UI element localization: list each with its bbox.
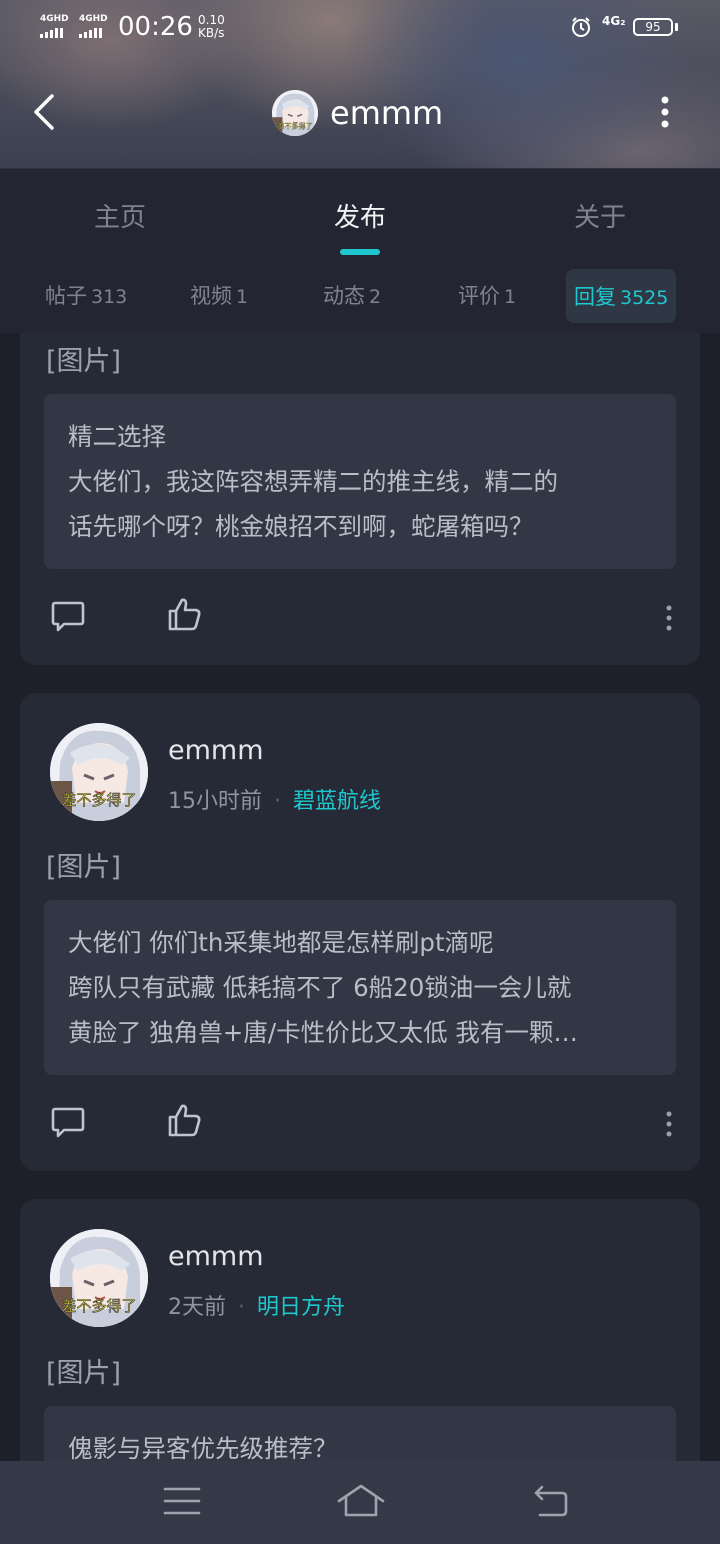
post-meta: 2天前 · 明日方舟 <box>168 1289 345 1321</box>
subtab-reviews[interactable]: 评价 1 <box>458 280 516 310</box>
post-meta: 15小时前 · 碧蓝航线 <box>168 783 381 815</box>
back-arrow-icon[interactable] <box>30 92 60 132</box>
board-link[interactable]: 碧蓝航线 <box>293 789 381 814</box>
alarm-icon <box>572 17 590 37</box>
quoted-post-line: 大佬们，我这阵容想弄精二的推主线，精二的 <box>68 467 558 496</box>
subtab-replies-count: 3525 <box>620 287 669 309</box>
signal-label-2: 4GHD <box>79 14 108 24</box>
reply-card[interactable]: [图片] 精二选择 大佬们，我这阵容想弄精二的推主线，精二的 话先哪个呀？桃金娘… <box>20 333 700 665</box>
comment-icon[interactable] <box>50 598 86 634</box>
comment-icon[interactable] <box>50 1104 86 1140</box>
reply-card[interactable]: 差不多得了 emmm 2天前 · 明日方舟 [图片] 傀影与异客优先级推荐？ <box>20 1199 700 1461</box>
subtab-replies[interactable]: 回复 3525 <box>566 269 677 323</box>
like-icon[interactable] <box>166 1102 202 1138</box>
more-options-icon[interactable] <box>664 1110 674 1138</box>
subtab-videos-count: 1 <box>236 286 249 308</box>
author-name[interactable]: emmm <box>168 735 264 766</box>
subtab-moments-label: 动态 <box>323 284 365 308</box>
tab-about[interactable]: 关于 <box>520 197 680 234</box>
subtab-reviews-label: 评价 <box>458 284 500 308</box>
quoted-post[interactable]: 精二选择 大佬们，我这阵容想弄精二的推主线，精二的 话先哪个呀？桃金娘招不到啊，… <box>44 394 676 569</box>
avatar-anime-girl-icon: 差不多得了 <box>272 90 318 136</box>
image-placeholder: [图片] <box>46 346 122 377</box>
author-avatar[interactable]: 差不多得了 <box>50 1229 148 1327</box>
profile-header: 4GHD 4GHD 00:26 0.10 KB/s 4G₂ 95 差不多得了 e… <box>0 0 720 168</box>
board-link[interactable]: 明日方舟 <box>257 1295 345 1320</box>
content-filter-tabs: 帖子 313 视频 1 动态 2 评价 1 回复 3525 <box>0 255 720 333</box>
subtab-posts[interactable]: 帖子 313 <box>45 280 127 310</box>
subtab-replies-label: 回复 <box>574 285 616 309</box>
quoted-post[interactable]: 傀影与异客优先级推荐？ <box>44 1406 676 1461</box>
header-username: emmm <box>330 94 444 132</box>
quoted-post-title: 精二选择 <box>68 422 166 451</box>
battery-tip <box>675 23 678 31</box>
signal-label-1: 4GHD <box>40 14 69 24</box>
image-placeholder: [图片] <box>46 852 122 883</box>
quoted-post[interactable]: 大佬们 你们th采集地都是怎样刷pt滴呢 跨队只有武藏 低耗搞不了 6船20锁油… <box>44 900 676 1075</box>
network-type: 4G₂ <box>602 14 626 28</box>
subtab-moments-count: 2 <box>369 286 382 308</box>
reply-card[interactable]: 差不多得了 emmm 15小时前 · 碧蓝航线 [图片] 大佬们 你们th采集地都是… <box>20 693 700 1171</box>
tab-home[interactable]: 主页 <box>40 197 200 234</box>
quoted-post-line: 黄脸了 独角兽+唐/卡性价比又太低 我有一颗… <box>68 1018 578 1047</box>
reply-feed: [图片] 精二选择 大佬们，我这阵容想弄精二的推主线，精二的 话先哪个呀？桃金娘… <box>0 333 720 1461</box>
quoted-post-title: 大佬们 你们th采集地都是怎样刷pt滴呢 <box>68 928 494 957</box>
subtab-reviews-count: 1 <box>504 286 517 308</box>
meta-separator: · <box>274 789 281 814</box>
image-placeholder: [图片] <box>46 1358 122 1389</box>
avatar-caption: 差不多得了 <box>61 1297 136 1315</box>
like-icon[interactable] <box>166 596 202 632</box>
status-bar: 4GHD 4GHD 00:26 0.10 KB/s 4G₂ 95 <box>0 0 720 56</box>
quoted-post-title: 傀影与异客优先级推荐？ <box>68 1434 338 1461</box>
menu-icon[interactable] <box>160 1481 204 1521</box>
meta-separator: · <box>238 1295 245 1320</box>
more-vertical-icon[interactable] <box>650 92 680 132</box>
author-avatar[interactable]: 差不多得了 <box>50 723 148 821</box>
back-icon[interactable] <box>528 1481 572 1521</box>
author-name[interactable]: emmm <box>168 1241 264 1272</box>
avatar-anime-girl-icon: 差不多得了 <box>50 1229 148 1327</box>
subtab-videos[interactable]: 视频 1 <box>190 280 248 310</box>
post-time: 15小时前 <box>168 789 262 814</box>
quoted-post-line: 话先哪个呀？桃金娘招不到啊，蛇屠箱吗？ <box>68 512 534 541</box>
battery-level: 95 <box>633 18 673 36</box>
tab-publish[interactable]: 发布 <box>280 197 440 234</box>
post-time: 2天前 <box>168 1295 226 1320</box>
avatar-anime-girl-icon: 差不多得了 <box>50 723 148 821</box>
subtab-videos-label: 视频 <box>190 284 232 308</box>
subtab-posts-label: 帖子 <box>45 284 87 308</box>
home-icon[interactable] <box>336 1481 386 1521</box>
profile-tabs: 主页 发布 关于 <box>0 168 720 256</box>
quoted-post-line: 跨队只有武藏 低耗搞不了 6船20锁油一会儿就 <box>68 973 572 1002</box>
header-avatar-caption: 差不多得了 <box>277 121 312 130</box>
more-options-icon[interactable] <box>664 604 674 632</box>
signal-bars-2-icon <box>79 28 102 38</box>
avatar-caption: 差不多得了 <box>61 791 136 809</box>
network-speed: 0.10 KB/s <box>198 14 225 40</box>
signal-bars-1-icon <box>40 28 63 38</box>
network-speed-unit: KB/s <box>198 26 225 40</box>
subtab-posts-count: 313 <box>91 286 128 308</box>
subtab-moments[interactable]: 动态 2 <box>323 280 381 310</box>
header-avatar[interactable]: 差不多得了 <box>272 90 318 136</box>
system-navigation-bar <box>0 1461 720 1544</box>
clock: 00:26 <box>118 12 193 42</box>
